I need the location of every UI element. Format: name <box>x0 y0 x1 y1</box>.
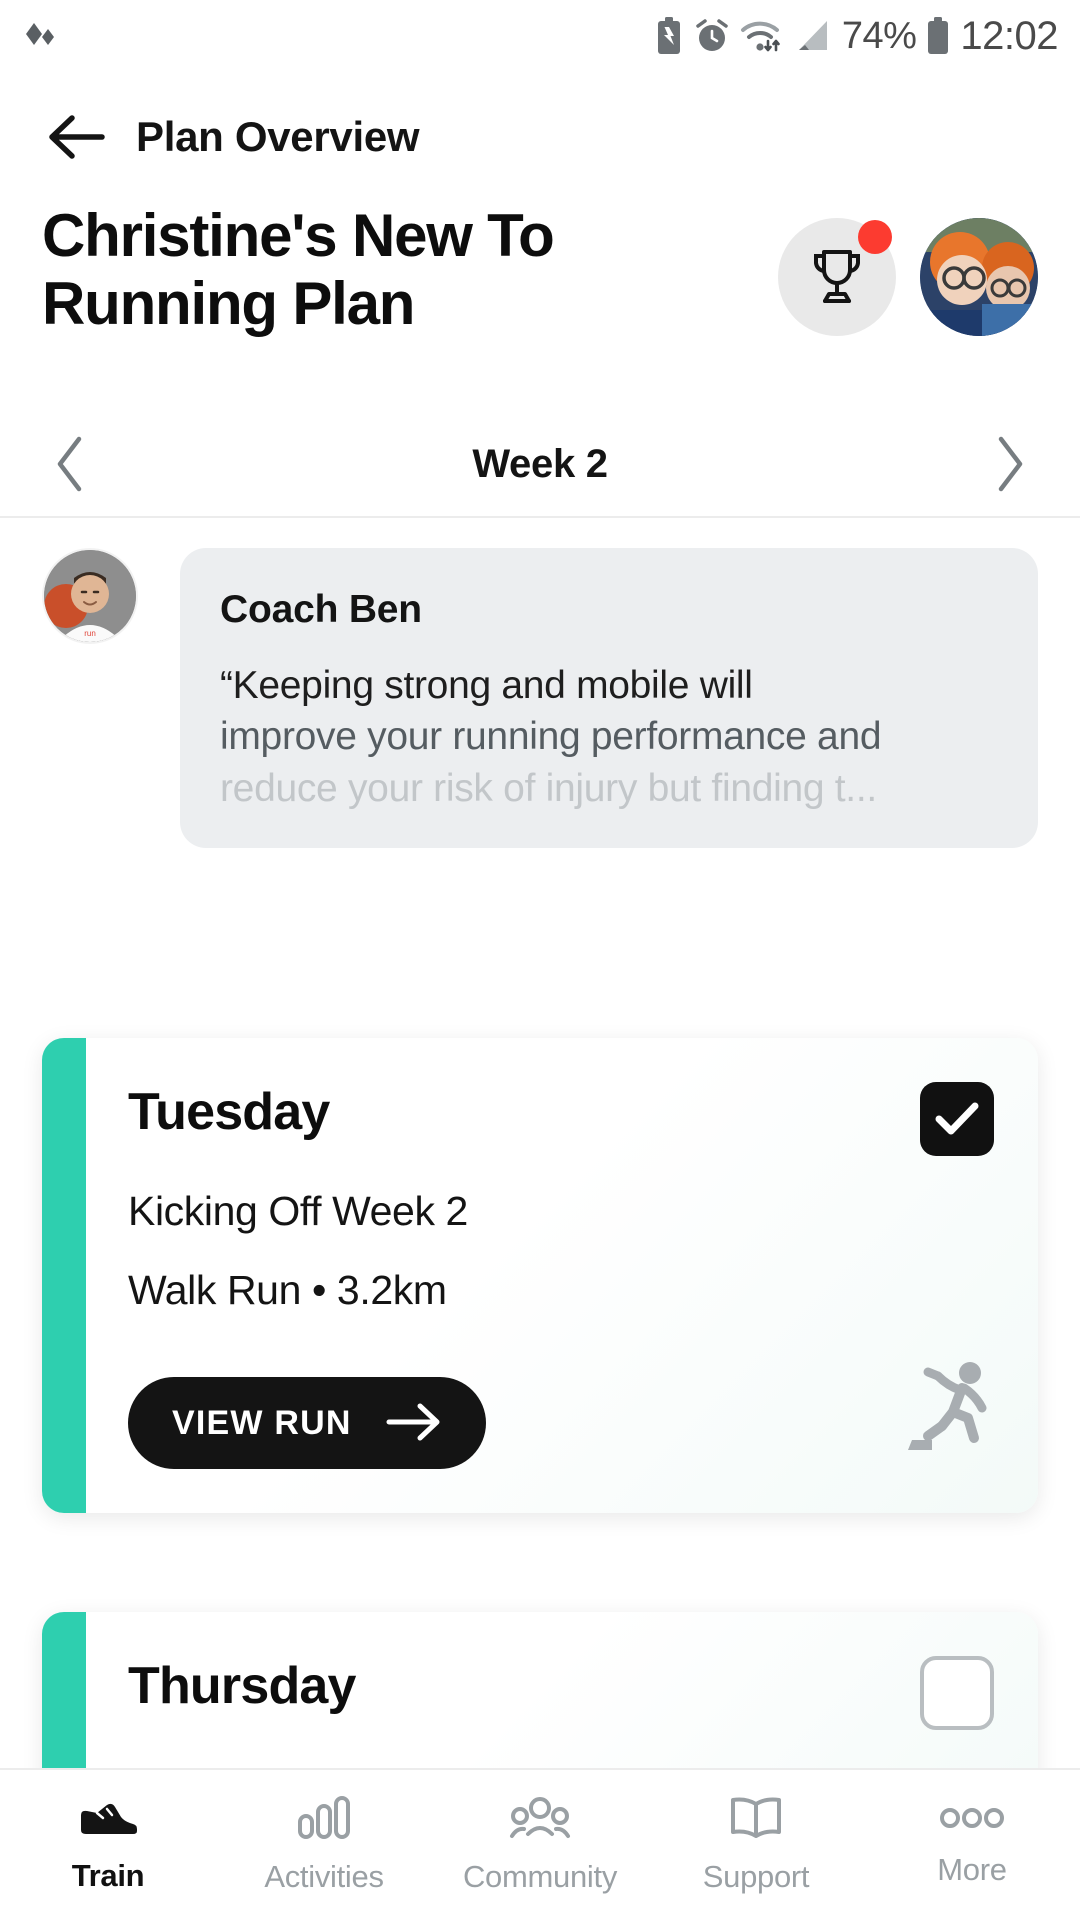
completion-checkbox-checked[interactable] <box>920 1082 994 1156</box>
day-name: Thursday <box>128 1657 356 1715</box>
coach-name: Coach Ben <box>220 588 422 631</box>
signal-icon <box>793 17 833 55</box>
chevron-right-icon[interactable] <box>986 432 1034 496</box>
coach-avatar: run <box>42 548 138 644</box>
more-dots-icon <box>937 1803 1007 1838</box>
shoe-icon <box>77 1797 139 1844</box>
nav-item-more[interactable]: More <box>864 1770 1080 1920</box>
view-run-button[interactable]: VIEW RUN <box>128 1377 486 1469</box>
workout-title: Kicking Off Week 2 <box>128 1188 468 1234</box>
clock-label: 12:02 <box>960 13 1058 58</box>
week-label: Week 2 <box>472 441 608 486</box>
card-header: Thursday <box>128 1656 994 1730</box>
week-navigation: Week 2 <box>0 412 1080 516</box>
nav-item-train[interactable]: Train <box>0 1770 216 1920</box>
plan-title: Christine's New To Running Plan <box>42 202 555 337</box>
completion-checkbox-unchecked[interactable] <box>920 1656 994 1730</box>
people-icon <box>509 1796 571 1845</box>
arrow-right-icon <box>386 1403 442 1444</box>
header-divider <box>0 516 1080 518</box>
card-accent-bar <box>42 1038 86 1513</box>
nav-label-community: Community <box>462 1858 618 1894</box>
card-header: Tuesday <box>128 1082 994 1156</box>
battery-percent-label: 74% <box>841 14 917 57</box>
day-card-tuesday[interactable]: Tuesday Kicking Off Week 2 Walk Run • 3.… <box>42 1038 1038 1513</box>
runner-icon <box>898 1360 994 1465</box>
coach-message-bubble: Coach Ben “Keeping strong and mobile wil… <box>180 548 1038 849</box>
status-bar: 74% 12:02 <box>0 0 1080 72</box>
avatar[interactable] <box>920 218 1038 336</box>
card-body: Tuesday Kicking Off Week 2 Walk Run • 3.… <box>86 1038 1038 1513</box>
back-arrow-icon[interactable] <box>46 114 108 160</box>
trophy-button[interactable] <box>778 218 896 336</box>
chevron-left-icon[interactable] <box>46 432 94 496</box>
view-run-label: VIEW RUN <box>172 1403 352 1442</box>
page-title: Plan Overview <box>136 113 420 160</box>
nav-label-train: Train <box>71 1857 145 1893</box>
bottom-navigation: Train Activities Community Support More <box>0 1768 1080 1920</box>
header-actions <box>778 196 1038 336</box>
coach-quote-line-2: improve your running performance and <box>220 715 882 759</box>
nav-label-support: Support <box>702 1858 810 1894</box>
alarm-icon <box>693 17 731 55</box>
nav-label-more: More <box>937 1851 1007 1887</box>
day-name: Tuesday <box>128 1083 330 1141</box>
nav-item-community[interactable]: Community <box>432 1770 648 1920</box>
card-footer: VIEW RUN <box>128 1360 994 1469</box>
status-icons: 74% 12:02 <box>654 14 1058 59</box>
workout-meta: Walk Run • 3.2km <box>128 1267 447 1313</box>
coach-quote-line-1: “Keeping strong and mobile will <box>220 664 753 707</box>
top-bar: Plan Overview <box>0 72 1080 202</box>
wifi-icon <box>740 17 784 55</box>
battery-saver-icon <box>654 16 684 56</box>
battery-icon <box>925 16 951 56</box>
coach-quote-line-3: reduce your risk of injury but finding t… <box>220 766 877 810</box>
notification-badge <box>858 220 892 254</box>
app-screen: 74% 12:02 Plan Overview Christine's New … <box>0 0 1080 1920</box>
carrier-logo <box>22 21 66 51</box>
nav-item-activities[interactable]: Activities <box>216 1770 432 1920</box>
plan-header: Christine's New To Running Plan <box>0 196 1080 412</box>
coach-message[interactable]: run Coach Ben “Keeping strong and mobile… <box>0 548 1080 849</box>
nav-label-activities: Activities <box>264 1858 384 1894</box>
nav-item-support[interactable]: Support <box>648 1770 864 1920</box>
book-icon <box>727 1796 785 1845</box>
svg-text:run: run <box>84 629 96 638</box>
bar-chart-icon <box>296 1795 352 1845</box>
